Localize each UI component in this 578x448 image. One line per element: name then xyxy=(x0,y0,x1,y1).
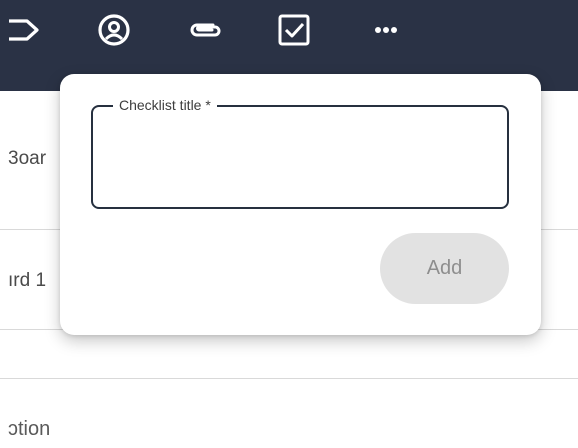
paperclip-icon[interactable] xyxy=(186,12,222,48)
checklist-title-input[interactable] xyxy=(103,129,493,189)
card-name-text: ırd 1 xyxy=(8,270,47,291)
divider xyxy=(0,378,578,379)
board-name-text: 3oar xyxy=(8,148,47,169)
checklist-title-label: Checklist title * xyxy=(113,96,217,114)
description-heading: ɔtion xyxy=(8,418,51,440)
add-checklist-button[interactable]: Add xyxy=(380,233,509,304)
add-checklist-popover: Checklist title * Add xyxy=(60,74,541,335)
checkbox-checked-icon[interactable] xyxy=(276,12,312,48)
user-circle-icon[interactable] xyxy=(96,12,132,48)
more-horizontal-icon[interactable] xyxy=(368,12,404,48)
checklist-title-field[interactable]: Checklist title * xyxy=(91,96,509,209)
label-icon[interactable] xyxy=(8,12,44,48)
